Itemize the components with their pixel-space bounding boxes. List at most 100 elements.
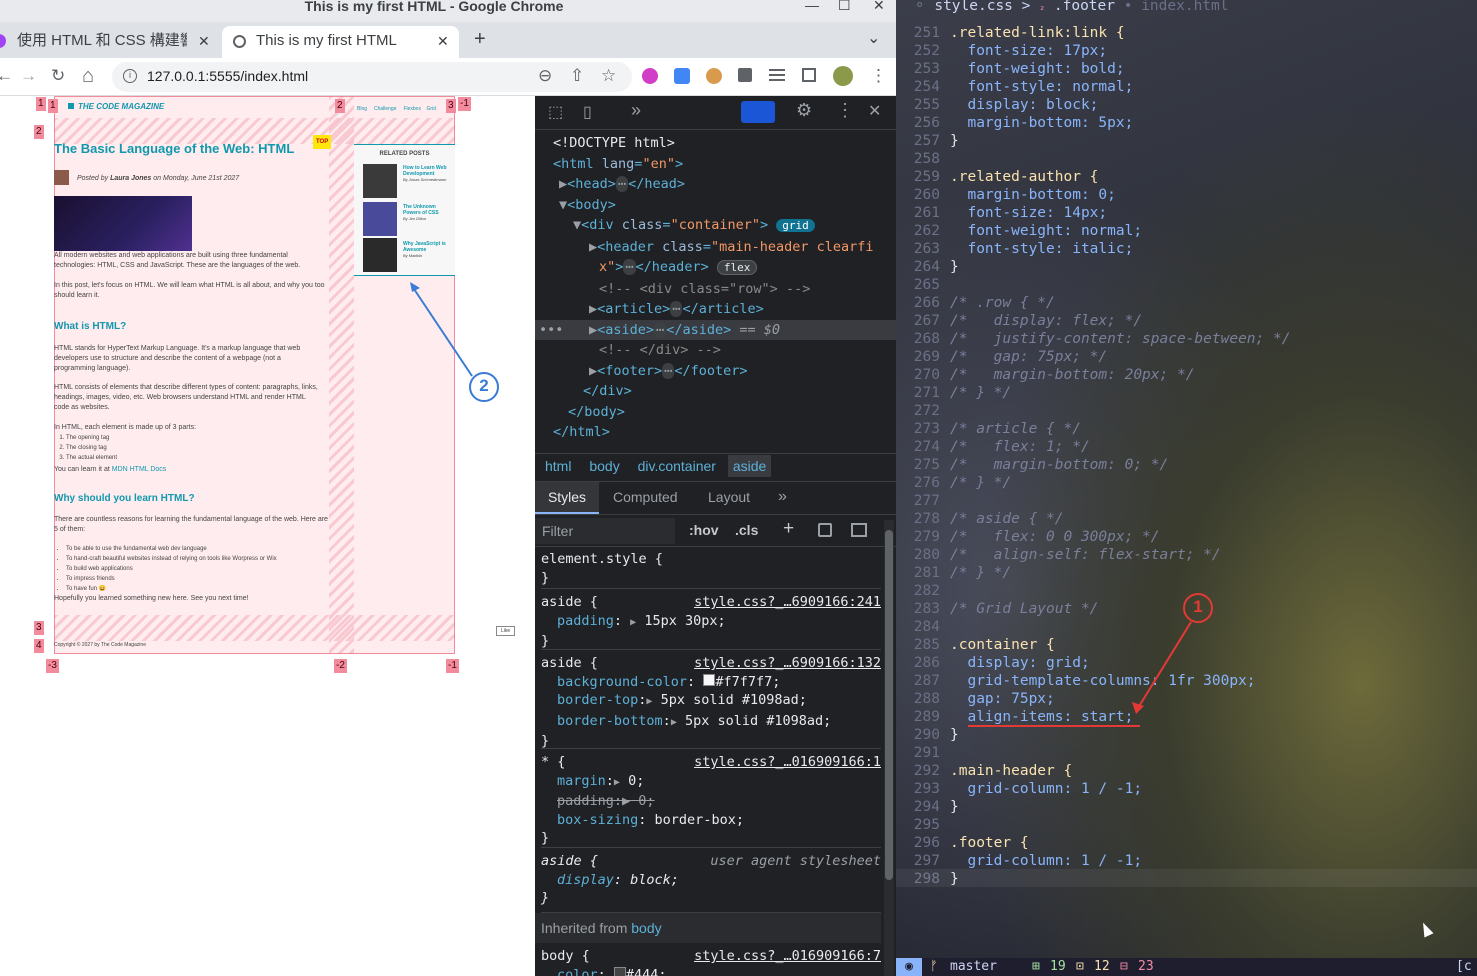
related-post[interactable]: How to Learn Web Development By Jonas Sch…: [403, 165, 449, 183]
code-line[interactable]: 273 /* article { */: [896, 420, 1477, 438]
code-line[interactable]: 272: [896, 402, 1477, 420]
dom-node[interactable]: </div>: [535, 381, 896, 402]
device-toggle-icon[interactable]: ▯: [583, 102, 592, 122]
omnibox[interactable]: i 127.0.0.1:5555/index.html: [112, 62, 632, 92]
declaration[interactable]: background-color: #f7f7f7;: [541, 673, 881, 692]
tab-first-html[interactable]: This is my first HTML ✕: [222, 26, 459, 58]
styles-scrollbar[interactable]: [884, 520, 894, 976]
avatar[interactable]: [833, 66, 853, 86]
code-line[interactable]: 257}: [896, 132, 1477, 150]
mdn-link[interactable]: MDN HTML Docs: [112, 466, 167, 473]
declaration[interactable]: border-top:▶ 5px solid #1098ad;: [541, 691, 881, 712]
code-line[interactable]: 251 .related-link:link {: [896, 24, 1477, 42]
code-line[interactable]: 269 /* gap: 75px; */: [896, 348, 1477, 366]
issues-icon[interactable]: [741, 101, 775, 123]
dom-node-head[interactable]: ▶<head> ⋯ </head>: [535, 174, 896, 195]
dom-node-body[interactable]: ▼<body>: [535, 195, 896, 216]
settings-gear-icon[interactable]: ⚙: [796, 100, 812, 121]
declaration[interactable]: box-sizing: border-box;: [541, 811, 881, 830]
code-line[interactable]: 277: [896, 492, 1477, 510]
code-line[interactable]: 271 /* } */: [896, 384, 1477, 402]
code-line[interactable]: 254 font-style: normal;: [896, 78, 1477, 96]
bookmark-star-icon[interactable]: ☆: [601, 66, 616, 86]
collapsed-ellipsis[interactable]: ⋯: [623, 259, 636, 275]
dom-node[interactable]: <!DOCTYPE html>: [535, 133, 896, 154]
zoom-icon[interactable]: ⊖: [538, 66, 552, 86]
dom-node-article[interactable]: ▶<article> ⋯ </article>: [535, 299, 896, 320]
rule-source-link[interactable]: style.css?_…016909166:7: [694, 947, 881, 966]
close-devtools-icon[interactable]: ✕: [868, 101, 881, 121]
hov-button[interactable]: :hov: [689, 522, 719, 538]
code-line[interactable]: 268 /* justify-content: space-between; */: [896, 330, 1477, 348]
code-line[interactable]: 260 margin-bottom: 0;: [896, 186, 1477, 204]
declaration[interactable]: color: #444;: [541, 966, 881, 976]
reading-list-icon[interactable]: [769, 69, 785, 71]
code-line[interactable]: 253 font-weight: bold;: [896, 60, 1477, 78]
code-line[interactable]: 279 /* flex: 0 0 300px; */: [896, 528, 1477, 546]
dom-node-aside-selected[interactable]: ••• ▶<aside> ⋯ </aside> == $0: [535, 319, 896, 341]
reload-button[interactable]: ↻: [51, 66, 65, 86]
site-brand[interactable]: THE CODE MAGAZINE: [68, 102, 164, 112]
winbar-file[interactable]: style.css: [934, 0, 1013, 14]
scrollbar-thumb[interactable]: [885, 530, 893, 880]
declaration[interactable]: padding: ▶ 15px 30px;: [541, 612, 881, 633]
tab-close-icon[interactable]: ✕: [198, 26, 210, 56]
collapsed-ellipsis[interactable]: ⋯: [670, 301, 683, 317]
toggle-sidebar-icon[interactable]: [851, 523, 867, 537]
color-swatch[interactable]: [613, 966, 626, 976]
tab-close-icon[interactable]: ✕: [437, 26, 449, 56]
cookie-icon[interactable]: [706, 68, 722, 84]
translate-icon[interactable]: [674, 68, 690, 84]
dom-comment[interactable]: <!-- <div class="row"> -->: [535, 279, 896, 300]
code-line[interactable]: 281 /* } */: [896, 564, 1477, 582]
code-line[interactable]: 262 font-weight: normal;: [896, 222, 1477, 240]
code-line[interactable]: 258: [896, 150, 1477, 168]
maximize-button[interactable]: ☐: [838, 0, 851, 12]
share-icon[interactable]: ⇧: [570, 66, 584, 86]
collapsed-ellipsis[interactable]: ⋯: [615, 176, 629, 192]
code-line[interactable]: 275 /* margin-bottom: 0; */: [896, 456, 1477, 474]
dom-node-footer[interactable]: ▶<footer> ⋯ </footer>: [535, 361, 896, 382]
declaration[interactable]: border-bottom:▶ 5px solid #1098ad;: [541, 712, 881, 733]
minimize-button[interactable]: —: [805, 0, 819, 12]
rule-source-link[interactable]: style.css?_…6909166:241: [694, 593, 881, 612]
code-line[interactable]: 295: [896, 816, 1477, 834]
related-post[interactable]: The Unknown Powers of CSS By Jim Dillon: [403, 204, 449, 222]
forward-button[interactable]: →: [20, 66, 37, 86]
tab-search-button[interactable]: ⌄: [867, 28, 880, 48]
collapsed-ellipsis[interactable]: ⋯: [654, 321, 667, 338]
code-line[interactable]: 270 /* margin-bottom: 20px; */: [896, 366, 1477, 384]
nav-link-grid[interactable]: Grid: [427, 106, 436, 112]
declaration[interactable]: margin:▶ 0;: [541, 772, 881, 793]
related-link[interactable]: The Unknown Powers of CSS: [403, 204, 439, 216]
breadcrumb-container[interactable]: div.container: [638, 458, 716, 474]
node-actions-icon[interactable]: •••: [539, 320, 563, 341]
inspect-icon[interactable]: ⬚: [548, 102, 563, 122]
nav-link-challenge[interactable]: Challenge: [374, 106, 397, 112]
info-icon[interactable]: i: [123, 69, 137, 83]
code-line[interactable]: 278 /* aside { */: [896, 510, 1477, 528]
more-panels-icon[interactable]: »: [778, 482, 787, 512]
related-link[interactable]: How to Learn Web Development: [403, 165, 447, 177]
code-line[interactable]: 297 grid-column: 1 / -1;: [896, 852, 1477, 870]
extensions-puzzle-icon[interactable]: [738, 68, 752, 82]
grid-badge[interactable]: grid: [776, 219, 815, 232]
code-line[interactable]: 256 margin-bottom: 5px;: [896, 114, 1477, 132]
code-line[interactable]: 255 display: block;: [896, 96, 1477, 114]
cls-button[interactable]: .cls: [735, 522, 758, 538]
new-rule-button[interactable]: +: [783, 518, 794, 540]
dom-node[interactable]: </html>: [535, 422, 896, 443]
code-line[interactable]: 261 font-size: 14px;: [896, 204, 1477, 222]
rule-source-link[interactable]: style.css?_…016909166:1: [694, 753, 881, 772]
winbar-crumb[interactable]: .footer: [1054, 0, 1115, 14]
rule-selector[interactable]: element.style {: [541, 550, 881, 569]
tab-html-css-course[interactable]: 使用 HTML 和 CSS 構建響應 ✕: [0, 26, 220, 58]
code-line[interactable]: 296 .footer {: [896, 834, 1477, 852]
code-line[interactable]: 263 font-style: italic;: [896, 240, 1477, 258]
code-line[interactable]: 267 /* display: flex; */: [896, 312, 1477, 330]
code-buffer[interactable]: 251 .related-link:link {252 font-size: 17…: [896, 24, 1477, 888]
code-line[interactable]: 252 font-size: 17px;: [896, 42, 1477, 60]
code-line[interactable]: 276 /* } */: [896, 474, 1477, 492]
paint-icon[interactable]: [818, 523, 832, 537]
new-tab-button[interactable]: +: [474, 28, 486, 51]
